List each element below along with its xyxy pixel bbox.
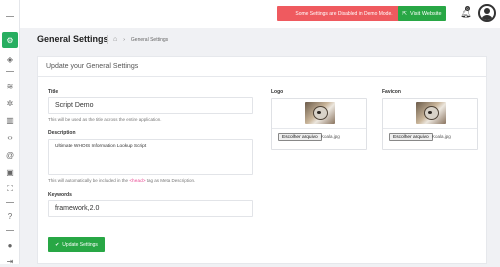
sidebar-separator (6, 230, 14, 231)
favicon-choose-file-button[interactable]: Escolher arquivo (389, 133, 433, 141)
help-icon[interactable]: ? (3, 210, 17, 222)
bar-chart-icon[interactable]: ▥ (3, 114, 17, 126)
update-settings-label: Update Settings (62, 241, 98, 248)
code-icon[interactable]: ‹› (3, 131, 17, 143)
demo-mode-notice-button[interactable]: Some Settings are Disabled in Demo Mode. (277, 6, 411, 21)
logo-label: Logo (271, 89, 284, 95)
title-label: Title (48, 89, 59, 95)
favicon-label: Favicon (382, 89, 401, 95)
page-title: General Settings (37, 34, 109, 44)
shield-icon[interactable]: ◈ (3, 53, 17, 65)
lock-icon[interactable]: ▣ (3, 166, 17, 178)
breadcrumb-current: General Settings (130, 36, 169, 43)
breadcrumb-separator-icon: › (123, 36, 125, 43)
update-settings-button[interactable]: ✔ Update Settings (48, 237, 105, 252)
logout-icon[interactable]: ⇥ (3, 255, 17, 267)
divider (272, 128, 366, 129)
description-textarea[interactable]: Ultimate WHOIS Information Lookup Script (48, 139, 253, 175)
at-icon[interactable]: @ (3, 149, 17, 161)
visit-website-button[interactable]: ⇱ Visit Website (398, 6, 446, 21)
topbar: Some Settings are Disabled in Demo Mode.… (20, 0, 500, 28)
sidebar-separator (6, 202, 14, 203)
visit-website-label: Visit Website (410, 10, 442, 17)
external-link-icon: ⇱ (402, 10, 407, 17)
favicon-file-name: Koala.jpg (432, 134, 451, 139)
logo-choose-file-button[interactable]: Escolher arquivo (278, 133, 322, 141)
check-icon: ✔ (55, 241, 60, 248)
title-input[interactable]: Script Demo (48, 97, 253, 114)
sidebar: ⚙ ◈ ≋ ✲ ▥ ‹› @ ▣ ⛶ ? ● ⇥ (0, 0, 20, 267)
keywords-input[interactable]: framework,2.0 (48, 200, 253, 217)
sidebar-separator (6, 71, 14, 72)
favicon-upload-box: Escolher arquivo Koala.jpg (382, 98, 478, 150)
title-help-text: This will be used as the title across th… (48, 117, 162, 122)
keywords-label: Keywords (48, 192, 72, 198)
user-icon[interactable]: ● (3, 239, 17, 251)
logo-preview-image (305, 102, 335, 124)
breadcrumb: ⌂ › General Settings (107, 35, 169, 44)
breadcrumb-divider (107, 35, 108, 44)
card-title: Update your General Settings (38, 57, 486, 77)
logo-file-name: Koala.jpg (321, 134, 340, 139)
description-label: Description (48, 130, 76, 136)
layers-icon[interactable]: ≋ (3, 80, 17, 92)
description-help-text: This will automatically be included in t… (48, 178, 196, 184)
divider (383, 128, 477, 129)
cogs-icon[interactable]: ✲ (3, 97, 17, 109)
settings-card: Update your General Settings Title Scrip… (37, 56, 487, 264)
favicon-preview-image (416, 102, 446, 124)
home-icon[interactable]: ⌂ (113, 36, 117, 43)
sidebar-separator (6, 16, 14, 17)
logo-upload-box: Escolher arquivo Koala.jpg (271, 98, 367, 150)
expand-icon[interactable]: ⛶ (3, 183, 17, 195)
notification-badge: 0 (465, 6, 470, 11)
avatar[interactable] (478, 4, 496, 22)
gear-icon[interactable]: ⚙ (2, 32, 18, 48)
